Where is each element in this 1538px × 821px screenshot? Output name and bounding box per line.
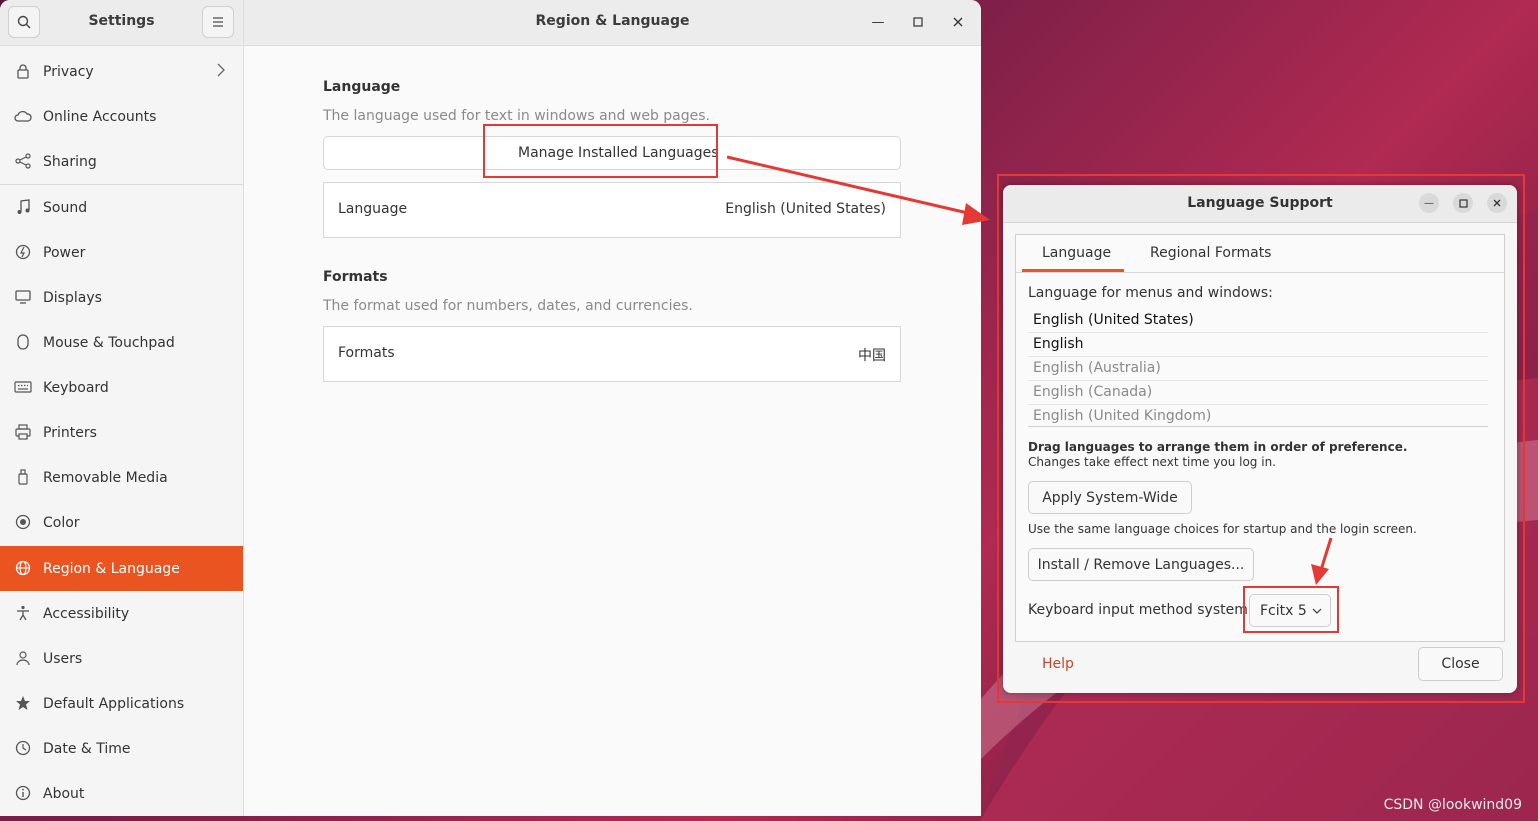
annotation-arrowhead [962, 203, 990, 225]
annotation-arrows [726, 155, 1333, 585]
annotation-arrow-line [1319, 537, 1333, 571]
watermark: CSDN @lookwind09 [1383, 797, 1522, 813]
annotation-arrowhead [1311, 564, 1329, 585]
annotation-arrow-line [726, 155, 973, 216]
